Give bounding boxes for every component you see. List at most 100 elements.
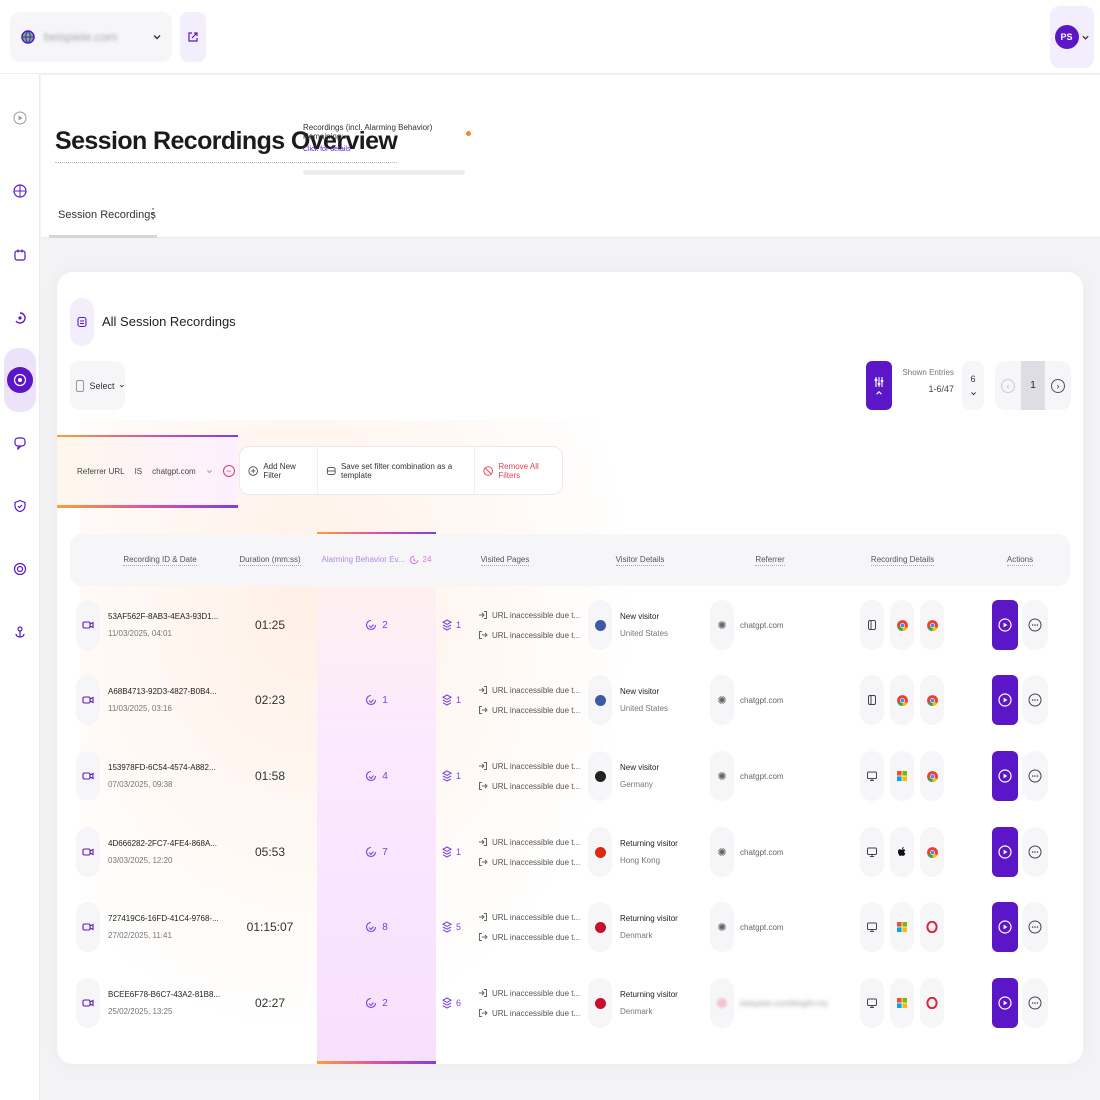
video-camera-icon (76, 902, 100, 952)
visited-pages-count[interactable]: 1 (442, 587, 461, 663)
filter-settings-button[interactable] (866, 361, 892, 410)
alarm-count[interactable]: 7 (317, 814, 436, 890)
sidebar-item-integrations[interactable] (6, 618, 34, 646)
recordings-icon (77, 316, 87, 328)
recording-id[interactable]: 727419C6-16FD-41C4-9768-... (108, 914, 219, 923)
visited-pages-count[interactable]: 1 (442, 662, 461, 738)
column-header-alarming[interactable]: Alarming Behavior Ev... 24 (317, 534, 436, 586)
referrer-url[interactable]: chatgpt.com (740, 696, 784, 705)
user-menu-button[interactable]: PS (1050, 6, 1094, 68)
active-filter[interactable]: Referrer URL IS chatgpt.com − (57, 435, 238, 508)
visited-pages-count[interactable]: 1 (442, 814, 461, 890)
referrer-url[interactable]: chatgpt.com (740, 621, 784, 630)
filter-operator: IS (134, 466, 143, 476)
exit-page[interactable]: URL inaccessible due t... (478, 857, 580, 867)
more-actions-button[interactable] (1022, 978, 1048, 1028)
entries-per-page-select[interactable]: 6 (962, 361, 984, 410)
next-page-button[interactable]: › (1051, 378, 1065, 393)
more-actions-button[interactable] (1022, 675, 1048, 725)
entry-page[interactable]: URL inaccessible due t... (478, 912, 580, 922)
remove-all-filters-button[interactable]: Remove All Filters (475, 447, 562, 494)
exit-page[interactable]: URL inaccessible due t... (478, 630, 580, 640)
sidebar-item-funnels[interactable] (6, 304, 34, 332)
more-actions-button[interactable] (1022, 751, 1048, 801)
sidebar-item-feedback[interactable] (6, 429, 34, 457)
play-recording-button[interactable] (992, 751, 1018, 801)
more-actions-button[interactable] (1022, 902, 1048, 952)
exit-page[interactable]: URL inaccessible due t... (478, 1008, 580, 1018)
sidebar-item-security[interactable] (6, 492, 34, 520)
recording-id[interactable]: A68B4713-92D3-4827-B0B4... (108, 687, 217, 696)
entry-page[interactable]: URL inaccessible due t... (478, 610, 580, 620)
table-row[interactable]: 153978FD-6C54-4574-A882... 07/03/2025, 0… (70, 738, 1070, 814)
recording-id[interactable]: 153978FD-6C54-4574-A882... (108, 763, 216, 772)
remove-filter-button[interactable]: − (222, 465, 235, 477)
referrer-logo-icon: ✺ (710, 600, 734, 650)
exit-page[interactable]: URL inaccessible due t... (478, 781, 580, 791)
table-row[interactable]: BCEE6F78-B6C7-43A2-81B8... 25/02/2025, 1… (70, 965, 1070, 1041)
referrer-url[interactable]: chatgpt.com (740, 772, 784, 781)
recording-id[interactable]: BCEE6F78-B6C7-43A2-81B8... (108, 990, 220, 999)
alarm-count[interactable]: 2 (317, 587, 436, 663)
entry-page[interactable]: URL inaccessible due t... (478, 837, 580, 847)
current-page[interactable]: 1 (1021, 361, 1045, 410)
table-row[interactable]: 53AF562F-8AB3-4EA3-93D1... 11/03/2025, 0… (70, 587, 1070, 663)
column-header-referrer[interactable]: Referrer (710, 534, 830, 586)
sidebar-item-recordings[interactable] (4, 348, 36, 412)
quota-details-link[interactable]: Click for details (303, 146, 465, 153)
actions-cell (992, 662, 1048, 738)
ban-icon (483, 465, 493, 476)
table-row[interactable]: 727419C6-16FD-41C4-9768-... 27/02/2025, … (70, 889, 1070, 965)
site-selector[interactable]: beispiele.com (10, 12, 172, 62)
more-icon (1028, 769, 1042, 783)
table-row[interactable]: 4D666282-2FC7-4FE4-868A... 03/03/2025, 1… (70, 814, 1070, 890)
column-header-visitor[interactable]: Visitor Details (585, 534, 695, 586)
entry-page[interactable]: URL inaccessible due t... (478, 988, 580, 998)
table-row[interactable]: A68B4713-92D3-4827-B0B4... 11/03/2025, 0… (70, 662, 1070, 738)
select-dropdown[interactable]: Select (70, 361, 125, 410)
layers-icon (442, 619, 452, 631)
play-recording-button[interactable] (992, 978, 1018, 1028)
alarm-count[interactable]: 4 (317, 738, 436, 814)
column-header-pages[interactable]: Visited Pages (450, 534, 560, 586)
sidebar-item-analytics[interactable] (6, 177, 34, 205)
alarm-count[interactable]: 1 (317, 662, 436, 738)
recording-id[interactable]: 4D666282-2FC7-4FE4-868A... (108, 839, 217, 848)
sidebar-item-goals[interactable] (6, 555, 34, 583)
column-header-recording-details[interactable]: Recording Details (850, 534, 955, 586)
visited-pages-count[interactable]: 6 (442, 965, 461, 1041)
referrer-url[interactable]: chatgpt.com (740, 848, 784, 857)
play-recording-button[interactable] (992, 902, 1018, 952)
alarm-count[interactable]: 2 (317, 965, 436, 1041)
entry-page[interactable]: URL inaccessible due t... (478, 685, 580, 695)
play-recording-button[interactable] (992, 600, 1018, 650)
visited-pages-value: 6 (456, 998, 462, 1008)
sidebar-item-calendar[interactable] (6, 241, 34, 269)
play-recording-button[interactable] (992, 675, 1018, 725)
tab-menu-icon[interactable]: ⋮ (146, 205, 160, 222)
column-header-recording[interactable]: Recording ID & Date (85, 534, 235, 586)
more-actions-button[interactable] (1022, 827, 1048, 877)
visited-pages-count[interactable]: 5 (442, 889, 461, 965)
prev-page-button[interactable]: ‹ (1001, 378, 1015, 393)
referrer-url[interactable]: beispiele.com/blog/hi-my (740, 999, 828, 1008)
tab-session-recordings[interactable]: Session Recordings (49, 195, 157, 238)
sidebar-item-playback[interactable] (6, 104, 34, 132)
exit-page[interactable]: URL inaccessible due t... (478, 705, 580, 715)
column-header-duration[interactable]: Duration (mm:ss) (235, 534, 305, 586)
save-template-button[interactable]: Save set filter combination as a templat… (318, 447, 475, 494)
exit-page[interactable]: URL inaccessible due t... (478, 932, 580, 942)
more-actions-button[interactable] (1022, 600, 1048, 650)
visitor-type: New visitor (620, 612, 660, 621)
external-link-button[interactable] (180, 12, 206, 62)
alarm-count[interactable]: 8 (317, 889, 436, 965)
referrer-url[interactable]: chatgpt.com (740, 923, 784, 932)
visited-pages-count[interactable]: 1 (442, 738, 461, 814)
exit-icon (479, 782, 488, 790)
add-filter-button[interactable]: Add New Filter (240, 447, 318, 494)
play-recording-button[interactable] (992, 827, 1018, 877)
recording-id[interactable]: 53AF562F-8AB3-4EA3-93D1... (108, 612, 218, 621)
entry-page[interactable]: URL inaccessible due t... (478, 761, 580, 771)
select-all-checkbox[interactable] (76, 379, 85, 392)
actions-cell (992, 738, 1048, 814)
